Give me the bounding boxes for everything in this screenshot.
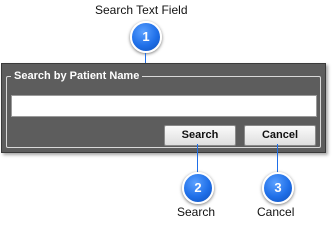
search-button[interactable]: Search [164, 125, 236, 146]
callout-2-label: Search [177, 205, 216, 219]
patient-name-groupbox: Search by Patient Name Search Cancel [6, 69, 321, 148]
callout-2-marker: 2 [182, 172, 214, 204]
cancel-button[interactable]: Cancel [244, 125, 316, 146]
callout-1-marker: 1 [130, 21, 162, 53]
search-panel: Search by Patient Name Search Cancel [1, 63, 326, 153]
callout-2-leader [197, 144, 198, 174]
callout-3-label: Cancel [257, 205, 295, 219]
callout-3-marker: 3 [262, 172, 294, 204]
groupbox-title: Search by Patient Name [11, 69, 143, 83]
search-input[interactable] [11, 95, 317, 117]
callout-3-leader [277, 144, 278, 174]
callout-1-label: Search Text Field [95, 3, 188, 17]
